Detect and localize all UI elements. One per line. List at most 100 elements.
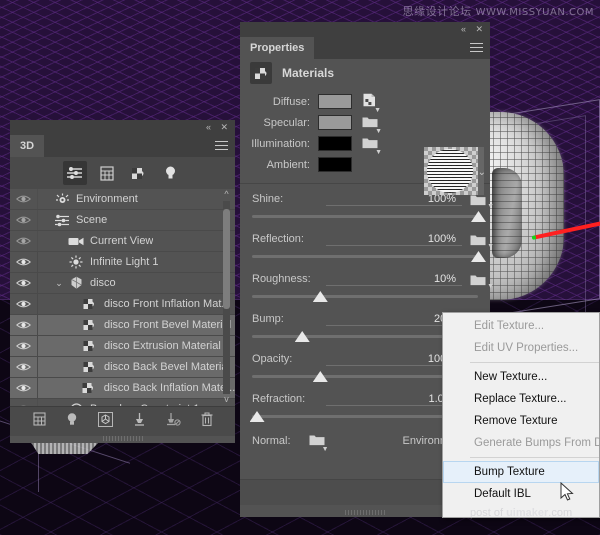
eye-icon[interactable]	[10, 252, 38, 272]
mesh-filter-icon[interactable]	[95, 161, 119, 185]
properties-tabstrip[interactable]: Properties	[240, 37, 490, 59]
3d-panel[interactable]: « ✕ 3D Environment Scene Current View In…	[10, 120, 235, 443]
eye-icon[interactable]	[10, 315, 38, 335]
ground-vertical-line	[38, 452, 39, 492]
material-preview-thumbnail[interactable]	[424, 147, 478, 195]
3d-scene-tree[interactable]: Environment Scene Current View Infinite Lig…	[10, 189, 235, 406]
close-icon[interactable]: ✕	[475, 24, 483, 35]
tree-row-disco-back-bevel-material[interactable]: disco Back Bevel Material	[10, 357, 235, 378]
materials-filter-icon[interactable]	[127, 161, 151, 185]
color-row-diffuse[interactable]: Diffuse: ▼	[240, 91, 490, 114]
slider-line: Reflection: 100% ▼	[240, 228, 494, 250]
tree-row-disco-extrusion-material[interactable]: disco Extrusion Material	[10, 336, 235, 357]
tree-row-label: disco Extrusion Material	[104, 340, 221, 352]
slider-label-reflection: Reflection:	[252, 233, 304, 245]
chevron-down-icon[interactable]: ⌄	[52, 278, 66, 289]
3d-panel-tabstrip[interactable]: 3D	[10, 135, 235, 157]
tree-row-disco[interactable]: ⌄ disco	[10, 273, 235, 294]
slider-group-reflection: Reflection: 100% ▼	[240, 226, 494, 264]
panel-menu-icon[interactable]	[470, 43, 483, 52]
delete-button[interactable]	[201, 412, 213, 432]
menu-item-replace-texture[interactable]: Replace Texture...	[443, 388, 599, 410]
normal-texture-button[interactable]: ▼	[309, 433, 329, 453]
slider-value-roughness[interactable]: 10%	[326, 273, 462, 286]
tree-row-boundary-constraint-1[interactable]: ⌄ Boundary Constraint 1	[10, 399, 235, 406]
light-icon	[66, 255, 86, 269]
slider-track-reflection[interactable]	[252, 250, 486, 264]
tree-row-infinite-light-1[interactable]: Infinite Light 1	[10, 252, 235, 273]
3d-filter-toolbar[interactable]	[10, 157, 235, 189]
tree-row-environment[interactable]: Environment	[10, 189, 235, 210]
scroll-down-icon[interactable]: v	[222, 394, 231, 406]
menu-item-bump-texture[interactable]: Bump Texture	[443, 461, 599, 483]
add-light-button[interactable]	[66, 412, 78, 432]
chevron-down-icon[interactable]: ⌄	[52, 404, 66, 407]
color-swatch[interactable]	[318, 136, 352, 151]
color-swatch[interactable]	[318, 115, 352, 130]
lights-filter-icon[interactable]	[159, 161, 183, 185]
panel-resize-grip[interactable]	[345, 510, 385, 515]
collapse-icon[interactable]: «	[461, 24, 466, 35]
menu-item-default-ibl[interactable]: Default IBL	[443, 483, 599, 505]
tree-row-disco-back-inflation-mate[interactable]: disco Back Inflation Mate...	[10, 378, 235, 399]
texture-context-menu[interactable]: Edit Texture... Edit UV Properties... New …	[442, 312, 600, 518]
eye-icon[interactable]	[10, 231, 38, 251]
tree-row-label: disco Front Inflation Mat...	[104, 298, 231, 310]
slider-label-roughness: Roughness:	[252, 273, 311, 285]
folder-icon[interactable]: ▼	[466, 193, 494, 210]
menu-separator	[470, 457, 599, 458]
color-swatch[interactable]	[318, 157, 352, 172]
slider-value-reflection[interactable]: 100%	[326, 233, 462, 246]
watermark-bottom-brand: uimaker	[506, 507, 549, 519]
tree-row-label: Current View	[90, 235, 154, 247]
chevron-down-icon[interactable]: ⌄	[478, 167, 486, 178]
add-mesh-button[interactable]	[32, 412, 46, 431]
tree-row-label: disco Back Bevel Material	[104, 361, 230, 373]
eye-icon[interactable]	[10, 294, 38, 314]
panel-resize-grip[interactable]	[102, 436, 143, 441]
texture-doc-icon[interactable]: ▼	[362, 93, 381, 114]
color-section: Diffuse: ▼ Specular: ▼ Illumination: ▼ Ambient…	[240, 87, 490, 195]
render-button[interactable]	[97, 411, 113, 432]
tree-row-scene[interactable]: Scene	[10, 210, 235, 231]
eye-icon[interactable]	[10, 336, 38, 356]
eye-icon[interactable]	[10, 357, 38, 377]
color-swatch[interactable]	[318, 94, 352, 109]
tab-properties[interactable]: Properties	[240, 37, 315, 59]
eye-icon[interactable]	[10, 378, 38, 398]
3d-panel-footer[interactable]	[10, 406, 235, 436]
menu-item-remove-texture[interactable]: Remove Texture	[443, 410, 599, 432]
eye-icon[interactable]	[10, 189, 38, 209]
folder-icon[interactable]: ▼	[362, 115, 382, 135]
material-icon	[80, 319, 100, 332]
scene-filter-icon[interactable]	[62, 161, 87, 185]
environment-icon	[52, 193, 72, 206]
panel-menu-icon[interactable]	[215, 141, 228, 150]
tree-row-disco-front-inflation-mat[interactable]: disco Front Inflation Mat...	[10, 294, 235, 315]
scrollbar-thumb[interactable]	[223, 209, 230, 309]
tree-scrollbar[interactable]: ^ v	[222, 189, 231, 406]
folder-icon[interactable]: ▼	[466, 233, 494, 250]
chevron-down-icon: ▼	[375, 148, 382, 156]
scroll-up-icon[interactable]: ^	[222, 189, 231, 201]
slider-track-shine[interactable]	[252, 210, 486, 224]
tree-row-disco-front-bevel-material[interactable]: disco Front Bevel Material	[10, 315, 235, 336]
close-icon[interactable]: ✕	[220, 122, 228, 133]
color-row-specular[interactable]: Specular: ▼	[240, 112, 490, 135]
add-constraint-button[interactable]	[133, 412, 146, 432]
folder-icon[interactable]: ▼	[466, 273, 494, 290]
collapse-icon[interactable]: «	[206, 122, 211, 133]
eye-icon[interactable]	[10, 210, 38, 230]
tab-3d[interactable]: 3D	[10, 135, 45, 157]
material-icon	[80, 298, 100, 311]
eye-icon[interactable]	[10, 273, 38, 293]
folder-icon[interactable]: ▼	[362, 136, 382, 156]
menu-item-new-texture[interactable]: New Texture...	[443, 366, 599, 388]
materials-title: Materials	[282, 66, 335, 80]
scrollbar-track[interactable]	[223, 201, 230, 394]
slider-track-roughness[interactable]	[252, 290, 478, 304]
remove-constraint-button[interactable]	[166, 412, 181, 432]
tree-row-current-view[interactable]: Current View	[10, 231, 235, 252]
material-preview-sphere	[427, 149, 473, 193]
eye-icon[interactable]	[10, 399, 38, 406]
